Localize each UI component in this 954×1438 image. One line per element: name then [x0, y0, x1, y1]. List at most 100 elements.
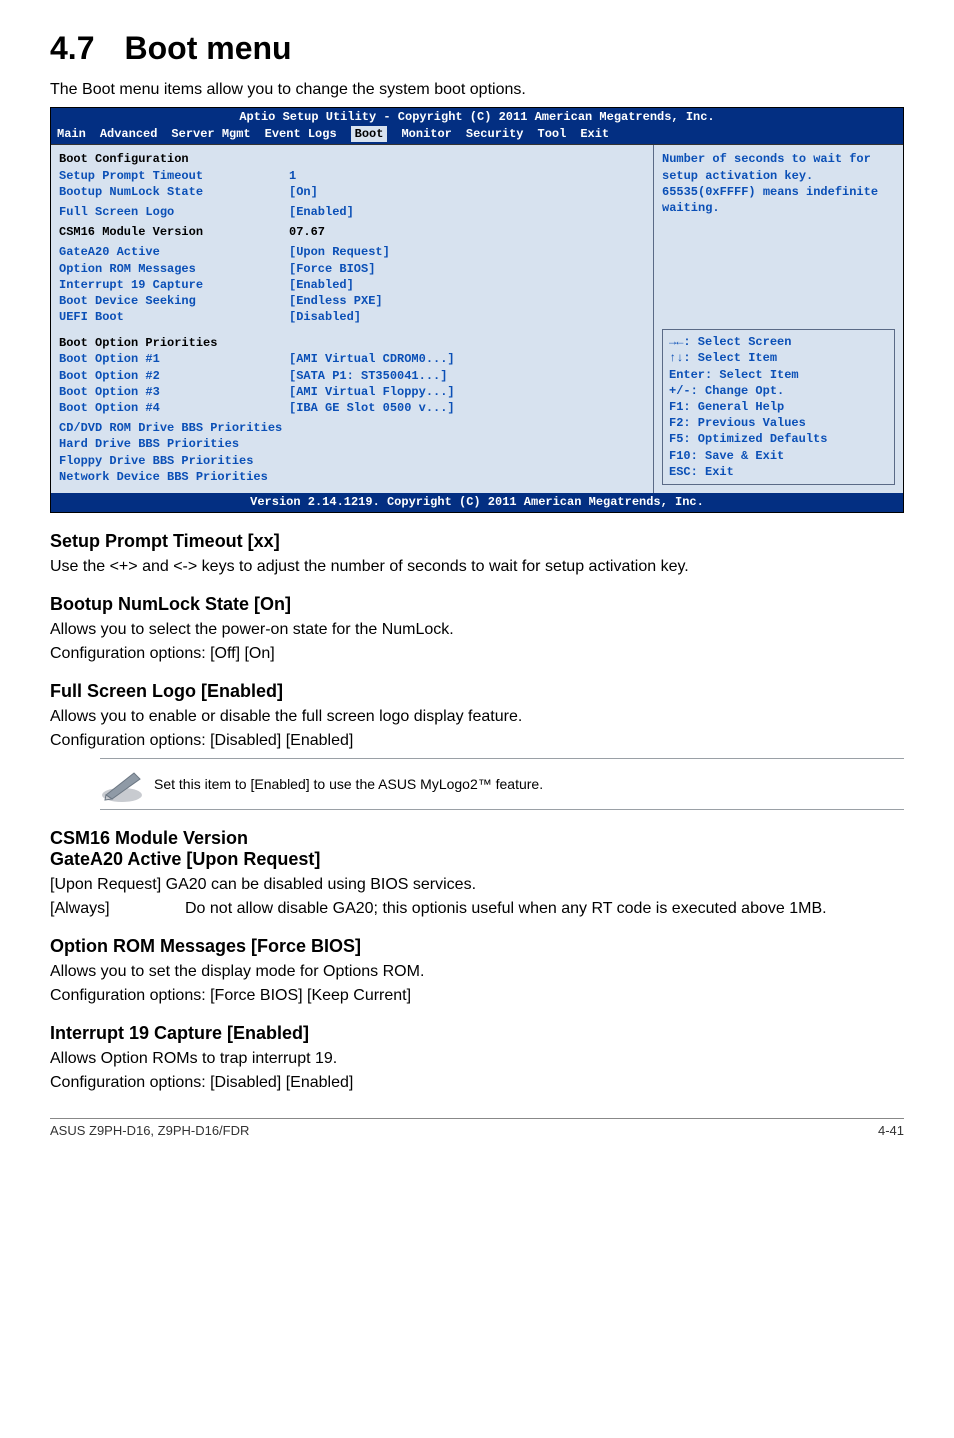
page-title: 4.7 Boot menu [50, 30, 904, 67]
term-always: [Always] [50, 900, 185, 918]
label-uefi-boot: UEFI Boot [59, 309, 289, 325]
subhead-numlock: Bootup NumLock State [On] [50, 594, 904, 615]
key-save-exit: F10: Save & Exit [669, 448, 888, 464]
body-optrom-2: Configuration options: [Force BIOS] [Kee… [50, 987, 904, 1005]
footer-right: 4-41 [878, 1123, 904, 1138]
note-mylogo2: Set this item to [Enabled] to use the AS… [100, 758, 904, 810]
boot-config-heading: Boot Configuration [59, 151, 645, 167]
body-logo-1: Allows you to enable or disable the full… [50, 708, 904, 726]
label-int19: Interrupt 19 Capture [59, 277, 289, 293]
link-cddvd-bbs[interactable]: CD/DVD ROM Drive BBS Priorities [59, 420, 645, 436]
body-int19-2: Configuration options: [Disabled] [Enabl… [50, 1074, 904, 1092]
tab-monitor[interactable]: Monitor [401, 126, 451, 142]
tab-security[interactable]: Security [466, 126, 524, 142]
label-boot-opt-2: Boot Option #2 [59, 368, 289, 384]
key-enter: Enter: Select Item [669, 367, 888, 383]
label-bootup-numlock: Bootup NumLock State [59, 184, 289, 200]
subhead-csm-line1: CSM16 Module Version [50, 828, 248, 848]
value-boot-seek: [Endless PXE] [289, 293, 383, 309]
row-csm16-version: CSM16 Module Version 07.67 [59, 224, 645, 240]
label-boot-opt-4: Boot Option #4 [59, 400, 289, 416]
label-boot-opt-3: Boot Option #3 [59, 384, 289, 400]
row-boot-opt-1[interactable]: Boot Option #1[AMI Virtual CDROM0...] [59, 351, 645, 367]
value-int19: [Enabled] [289, 277, 354, 293]
value-uefi-boot: [Disabled] [289, 309, 361, 325]
bios-footer: Version 2.14.1219. Copyright (C) 2011 Am… [51, 493, 903, 512]
key-select-item: ↑↓: Select Item [669, 350, 888, 366]
label-boot-opt-1: Boot Option #1 [59, 351, 289, 367]
label-boot-seek: Boot Device Seeking [59, 293, 289, 309]
subhead-setup-prompt-timeout: Setup Prompt Timeout [xx] [50, 531, 904, 552]
label-gatea20: GateA20 Active [59, 244, 289, 260]
value-setup-prompt-timeout: 1 [289, 168, 296, 184]
subhead-int19: Interrupt 19 Capture [Enabled] [50, 1023, 904, 1044]
label-full-screen-logo: Full Screen Logo [59, 204, 289, 220]
row-gatea20[interactable]: GateA20 Active[Upon Request] [59, 244, 645, 260]
tab-advanced[interactable]: Advanced [100, 126, 158, 142]
row-boot-seek[interactable]: Boot Device Seeking[Endless PXE] [59, 293, 645, 309]
key-optimized-defaults: F5: Optimized Defaults [669, 431, 888, 447]
body-numlock-1: Allows you to select the power-on state … [50, 621, 904, 639]
label-csm16: CSM16 Module Version [59, 224, 289, 240]
row-boot-opt-3[interactable]: Boot Option #3[AMI Virtual Floppy...] [59, 384, 645, 400]
section-heading: Boot menu [124, 30, 291, 66]
key-previous-values: F2: Previous Values [669, 415, 888, 431]
row-option-rom[interactable]: Option ROM Messages[Force BIOS] [59, 261, 645, 277]
subhead-fullscreen-logo: Full Screen Logo [Enabled] [50, 681, 904, 702]
value-boot-opt-3: [AMI Virtual Floppy...] [289, 384, 455, 400]
tab-boot[interactable]: Boot [351, 126, 388, 142]
value-boot-opt-4: [IBA GE Slot 0500 v...] [289, 400, 455, 416]
tab-main[interactable]: Main [57, 126, 86, 142]
subhead-option-rom: Option ROM Messages [Force BIOS] [50, 936, 904, 957]
link-network-bbs[interactable]: Network Device BBS Priorities [59, 469, 645, 485]
body-spt: Use the <+> and <-> keys to adjust the n… [50, 558, 904, 576]
note-text: Set this item to [Enabled] to use the AS… [154, 776, 543, 792]
value-boot-opt-2: [SATA P1: ST350041...] [289, 368, 447, 384]
tab-servermgmt[interactable]: Server Mgmt [171, 126, 250, 142]
row-uefi-boot[interactable]: UEFI Boot[Disabled] [59, 309, 645, 325]
section-number: 4.7 [50, 30, 94, 66]
subhead-csm-line2: GateA20 Active [Upon Request] [50, 849, 320, 869]
value-option-rom: [Force BIOS] [289, 261, 375, 277]
body-numlock-2: Configuration options: [Off] [On] [50, 645, 904, 663]
body-gatea20-upon: [Upon Request] GA20 can be disabled usin… [50, 876, 904, 894]
footer-left: ASUS Z9PH-D16, Z9PH-D16/FDR [50, 1123, 249, 1138]
key-esc-exit: ESC: Exit [669, 464, 888, 480]
tab-tool[interactable]: Tool [538, 126, 567, 142]
body-optrom-1: Allows you to set the display mode for O… [50, 963, 904, 981]
key-general-help: F1: General Help [669, 399, 888, 415]
bios-window: Aptio Setup Utility - Copyright (C) 2011… [50, 107, 904, 513]
tab-exit[interactable]: Exit [580, 126, 609, 142]
bios-help-text: Number of seconds to wait for setup acti… [662, 151, 895, 323]
value-full-screen-logo: [Enabled] [289, 204, 354, 220]
bios-main-panel: Boot Configuration Setup Prompt Timeout … [51, 145, 653, 493]
value-boot-opt-1: [AMI Virtual CDROM0...] [289, 351, 455, 367]
def-always-text: Do not allow disable GA20; this optionis… [185, 900, 904, 918]
value-csm16: 07.67 [289, 224, 325, 240]
subhead-csm-gatea20: CSM16 Module Version GateA20 Active [Upo… [50, 828, 904, 870]
bios-keymap: →←: Select Screen ↑↓: Select Item Enter:… [662, 329, 895, 485]
row-boot-opt-4[interactable]: Boot Option #4[IBA GE Slot 0500 v...] [59, 400, 645, 416]
bios-tabbar: Main Advanced Server Mgmt Event Logs Boo… [51, 126, 903, 144]
bios-help-panel: Number of seconds to wait for setup acti… [653, 145, 903, 493]
boot-priorities-heading: Boot Option Priorities [59, 335, 645, 351]
key-change-opt: +/-: Change Opt. [669, 383, 888, 399]
row-bootup-numlock[interactable]: Bootup NumLock State [On] [59, 184, 645, 200]
row-full-screen-logo[interactable]: Full Screen Logo [Enabled] [59, 204, 645, 220]
def-always: [Always] Do not allow disable GA20; this… [50, 900, 904, 918]
link-hdd-bbs[interactable]: Hard Drive BBS Priorities [59, 436, 645, 452]
key-select-screen: →←: Select Screen [669, 334, 888, 350]
body-logo-2: Configuration options: [Disabled] [Enabl… [50, 732, 904, 750]
intro-text: The Boot menu items allow you to change … [50, 81, 904, 99]
page-footer: ASUS Z9PH-D16, Z9PH-D16/FDR 4-41 [50, 1118, 904, 1138]
bios-titlebar: Aptio Setup Utility - Copyright (C) 2011… [51, 108, 903, 126]
value-bootup-numlock: [On] [289, 184, 318, 200]
link-floppy-bbs[interactable]: Floppy Drive BBS Priorities [59, 453, 645, 469]
tab-eventlogs[interactable]: Event Logs [265, 126, 337, 142]
row-int19[interactable]: Interrupt 19 Capture[Enabled] [59, 277, 645, 293]
row-setup-prompt-timeout[interactable]: Setup Prompt Timeout 1 [59, 168, 645, 184]
value-gatea20: [Upon Request] [289, 244, 390, 260]
label-option-rom: Option ROM Messages [59, 261, 289, 277]
body-int19-1: Allows Option ROMs to trap interrupt 19. [50, 1050, 904, 1068]
row-boot-opt-2[interactable]: Boot Option #2[SATA P1: ST350041...] [59, 368, 645, 384]
